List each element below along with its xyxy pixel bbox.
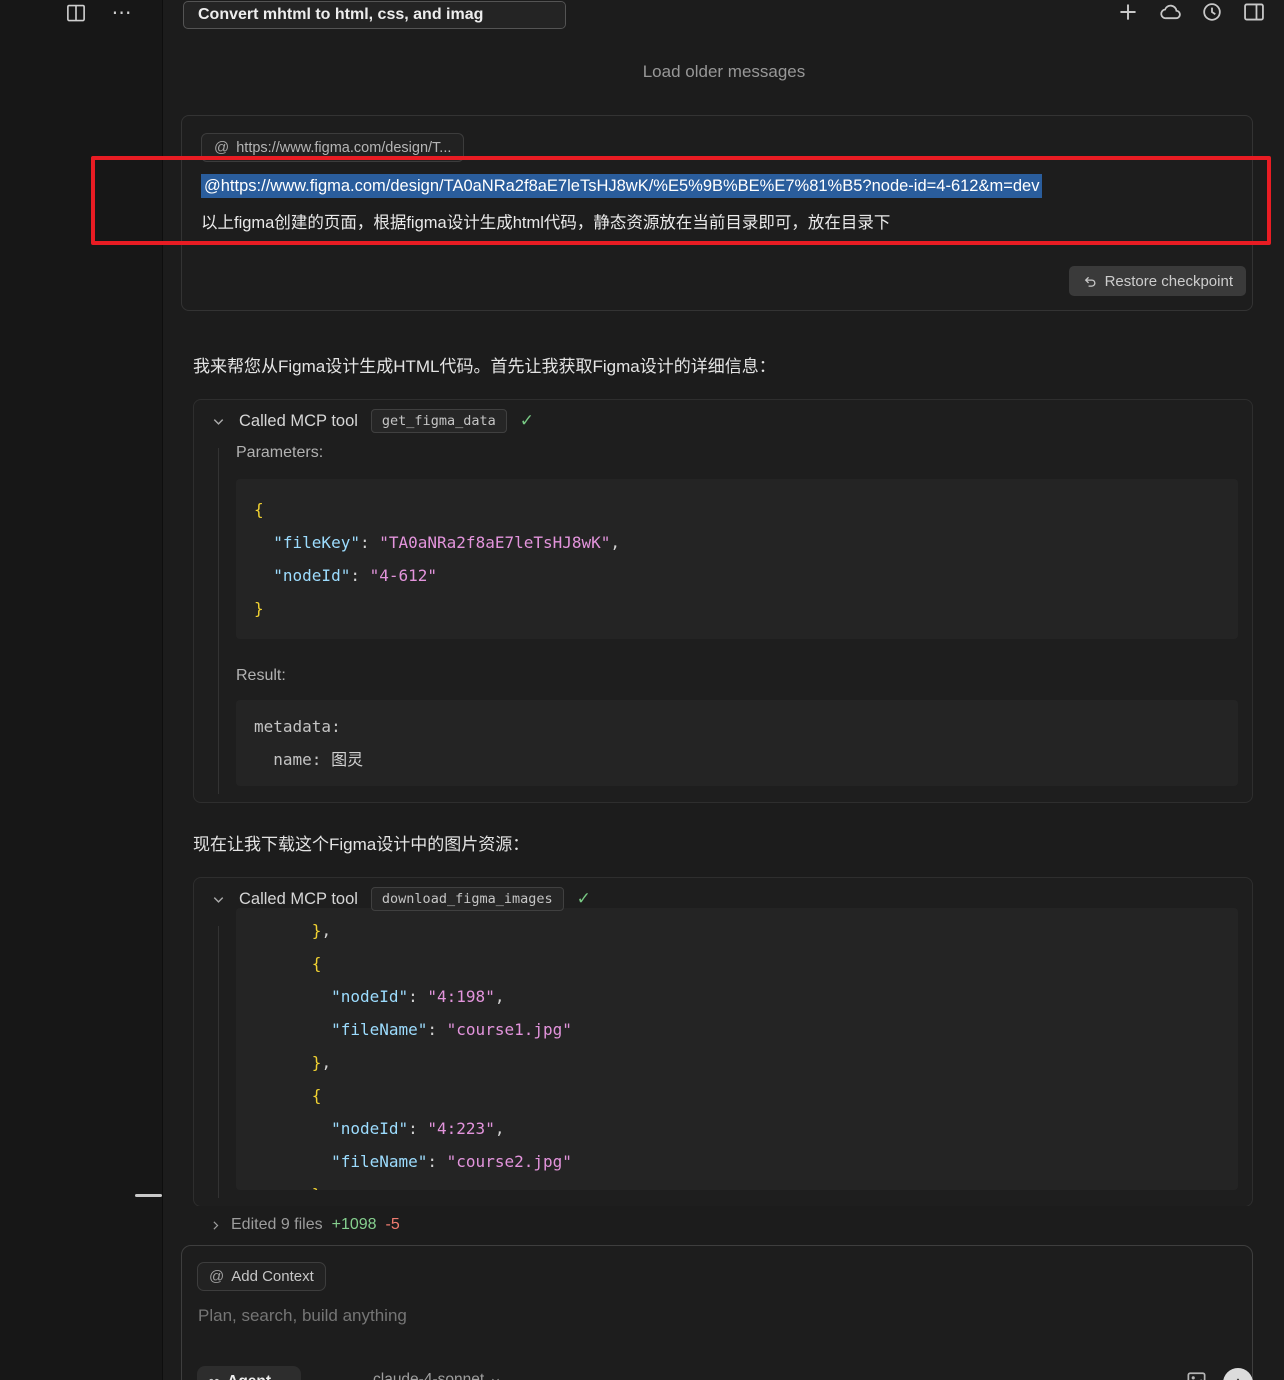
sidebar-topbar: ⋯ <box>0 0 162 40</box>
assistant-message: 我来帮您从Figma设计生成HTML代码。首先让我获取Figma设计的详细信息： <box>193 352 776 377</box>
image-attach-button[interactable] <box>1184 1368 1208 1380</box>
edited-files-row[interactable]: Edited 9 files +1098 -5 <box>181 1206 1253 1244</box>
indent-guide <box>218 448 219 794</box>
chat-title: Convert mhtml to html, css, and imag <box>198 6 483 24</box>
infinity-icon: ∞ <box>208 1372 220 1380</box>
tool-name-badge[interactable]: download_figma_images <box>371 887 564 911</box>
chevron-down-icon <box>210 891 226 907</box>
agent-mode-label: Agent <box>227 1373 271 1380</box>
context-chip-url: https://www.figma.com/design/T... <box>236 140 451 156</box>
app-window: ⋯ Convert mhtml to html, css, and imag L… <box>0 0 1284 1380</box>
download-code-block: }, { "nodeId": "4:198", "fileName": "cou… <box>236 908 1238 1190</box>
result-code-block: metadata: name: 图灵 <box>236 700 1238 786</box>
mcp-tool-panel-get-figma-data: Called MCP tool get_figma_data ✓ Paramet… <box>193 399 1253 803</box>
add-context-label: Add Context <box>231 1268 314 1285</box>
chat-panel: Convert mhtml to html, css, and imag Loa… <box>164 0 1284 1380</box>
composer-bottom-row: ∞ Agent claude-4-sonnet ↑ <box>182 1366 1252 1380</box>
history-icon[interactable] <box>1200 0 1224 24</box>
topbar-actions <box>1116 0 1266 24</box>
at-icon: @ <box>214 139 229 156</box>
tool-header[interactable]: Called MCP tool get_figma_data ✓ <box>194 400 1252 430</box>
composer-input[interactable]: Plan, search, build anything <box>198 1306 1236 1332</box>
chevron-down-icon <box>490 1375 501 1380</box>
selected-url-text: @https://www.figma.com/design/TA0aNRa2f8… <box>201 174 1042 198</box>
tool-header-label: Called MCP tool <box>239 890 358 909</box>
send-button[interactable]: ↑ <box>1223 1368 1253 1380</box>
check-icon: ✓ <box>577 889 591 909</box>
add-context-button[interactable]: @ Add Context <box>197 1262 326 1291</box>
mcp-tool-panel-download-figma-images: Called MCP tool download_figma_images ✓ … <box>193 877 1253 1207</box>
restore-checkpoint-button[interactable]: Restore checkpoint <box>1069 266 1246 296</box>
model-label: claude-4-sonnet <box>373 1371 484 1380</box>
model-selector[interactable]: claude-4-sonnet <box>373 1371 501 1380</box>
context-chip[interactable]: @ https://www.figma.com/design/T... <box>201 133 464 162</box>
composer-box: @ Add Context Plan, search, build anythi… <box>181 1245 1253 1380</box>
at-icon: @ <box>209 1268 224 1285</box>
resize-handle[interactable] <box>135 1194 162 1197</box>
editor-sidebar: ⋯ <box>0 0 163 1380</box>
split-editor-icon[interactable] <box>64 1 88 25</box>
cloud-icon[interactable] <box>1158 0 1182 24</box>
indent-guide <box>218 926 219 1198</box>
additions-count: +1098 <box>332 1216 377 1234</box>
ellipsis-icon[interactable]: ⋯ <box>110 0 134 24</box>
user-message-text: 以上figma创建的页面，根据figma设计生成html代码，静态资源放在当前目… <box>201 209 890 233</box>
chat-title-tab[interactable]: Convert mhtml to html, css, and imag <box>183 1 566 29</box>
edited-files-label: Edited 9 files <box>231 1216 323 1234</box>
tool-header-label: Called MCP tool <box>239 412 358 431</box>
result-label: Result: <box>236 667 1252 689</box>
chevron-down-icon <box>278 1376 290 1380</box>
check-icon: ✓ <box>520 411 534 431</box>
agent-mode-selector[interactable]: ∞ Agent <box>197 1366 301 1380</box>
user-message[interactable]: @ https://www.figma.com/design/T... @htt… <box>181 115 1253 311</box>
assistant-message: 现在让我下载这个Figma设计中的图片资源： <box>193 830 529 855</box>
parameters-code-block: { "fileKey": "TA0aNRa2f8aE7leTsHJ8wK", "… <box>236 479 1238 639</box>
tool-name-badge[interactable]: get_figma_data <box>371 409 507 433</box>
undo-icon <box>1082 273 1098 289</box>
load-older-messages[interactable]: Load older messages <box>164 62 1284 82</box>
chevron-right-icon <box>208 1218 222 1232</box>
layout-panel-icon[interactable] <box>1242 0 1266 24</box>
tool-header[interactable]: Called MCP tool download_figma_images ✓ <box>194 878 1252 908</box>
title-fade <box>513 2 565 28</box>
deletions-count: -5 <box>386 1216 400 1234</box>
parameters-label: Parameters: <box>236 444 1252 466</box>
restore-checkpoint-label: Restore checkpoint <box>1105 273 1233 290</box>
chevron-down-icon <box>210 413 226 429</box>
selected-text-line: @https://www.figma.com/design/TA0aNRa2f8… <box>201 177 1042 196</box>
new-chat-plus-icon[interactable] <box>1116 0 1140 24</box>
